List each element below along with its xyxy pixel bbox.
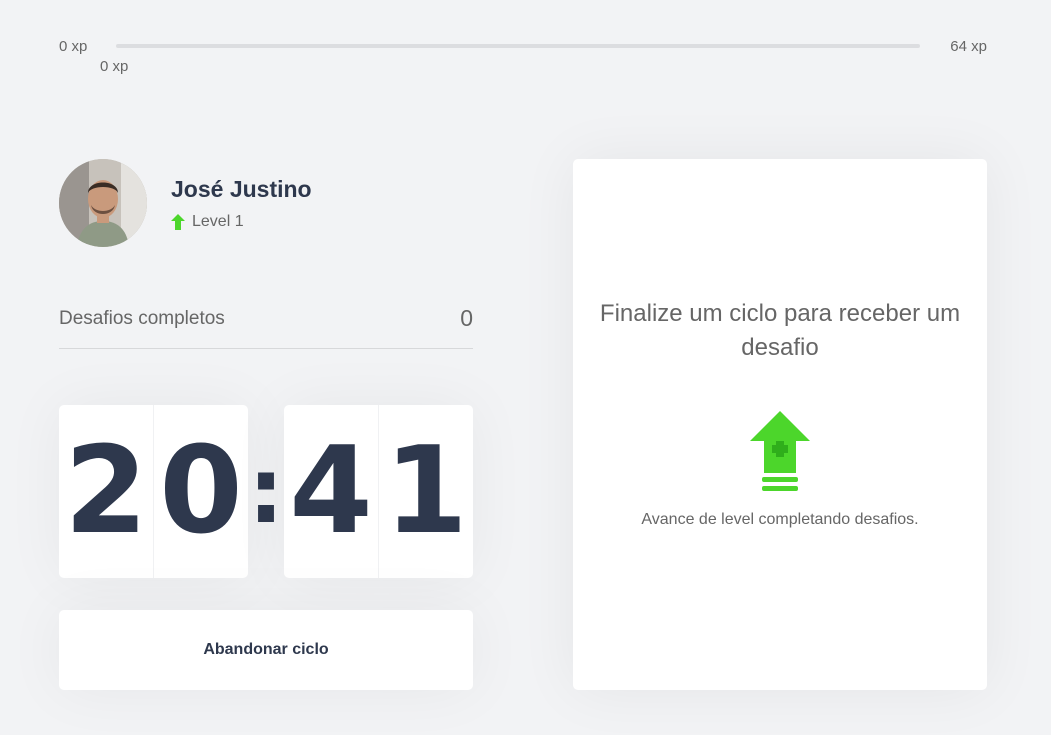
profile: José Justino Level 1 <box>59 159 479 249</box>
countdown: 2 0 : 4 1 <box>59 405 473 578</box>
completed-challenges: Desafios completos 0 <box>59 300 473 349</box>
completed-challenges-label: Desafios completos <box>59 308 225 329</box>
xp-progress-track <box>116 44 920 48</box>
avatar <box>59 159 147 247</box>
countdown-separator: : <box>248 439 284 544</box>
challenge-box: Finalize um ciclo para receber um desafi… <box>573 159 987 690</box>
level-up-icon <box>750 411 810 491</box>
abandon-cycle-button[interactable]: Abandonar ciclo <box>59 610 473 690</box>
countdown-seconds: 4 1 <box>284 405 473 578</box>
level-label: Level 1 <box>192 213 244 230</box>
level-indicator: Level 1 <box>171 211 244 233</box>
challenge-box-title: Finalize um ciclo para receber um desafi… <box>599 300 961 361</box>
challenge-box-hint: Avance de level completando desafios. <box>641 511 919 528</box>
second-ones-digit: 1 <box>378 405 473 578</box>
user-name: José Justino <box>171 176 312 202</box>
experience-bar: 0 xp 0 xp 64 xp <box>59 36 987 76</box>
minute-tens-digit: 2 <box>64 421 148 561</box>
level-up-arrow-icon <box>171 214 185 230</box>
xp-current-label: 0 xp <box>100 58 129 75</box>
xp-max-label: 64 xp <box>950 38 987 55</box>
completed-challenges-count: 0 <box>460 305 473 331</box>
second-tens-digit: 4 <box>289 421 373 561</box>
minute-ones-digit: 0 <box>153 405 248 578</box>
xp-min-label: 0 xp <box>59 38 88 55</box>
countdown-minutes: 2 0 <box>59 405 248 578</box>
